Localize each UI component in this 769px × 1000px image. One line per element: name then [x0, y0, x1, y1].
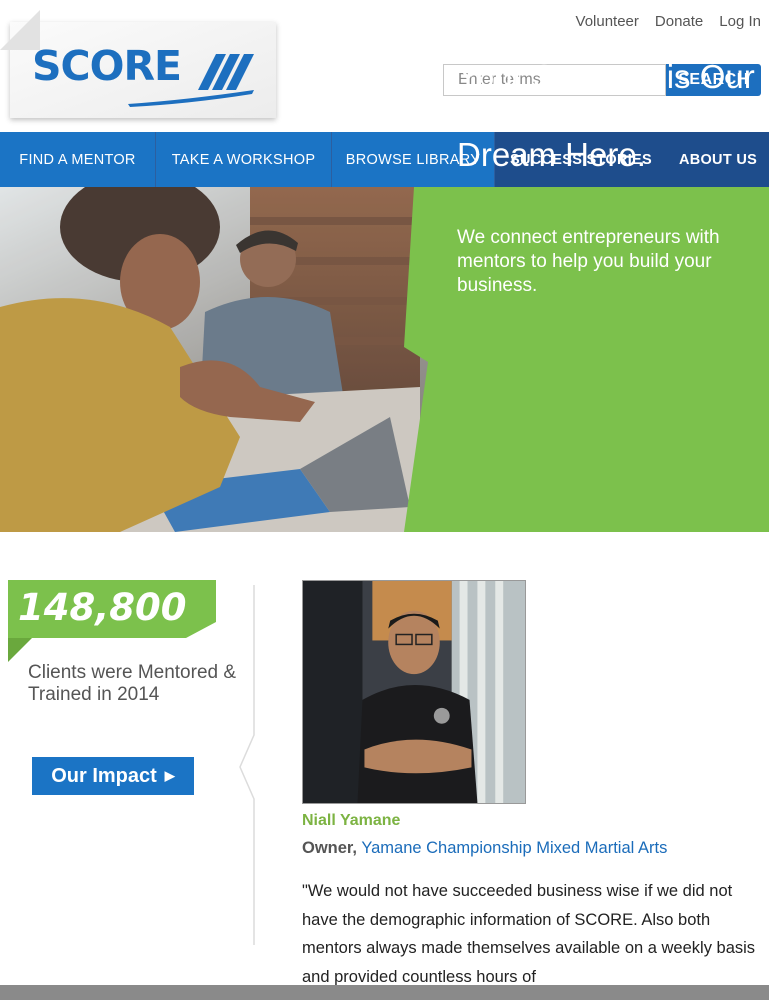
bottom-scroll-bar: [0, 985, 769, 1000]
testimonial-photo: [302, 580, 526, 804]
logo-text: SCORE: [32, 42, 182, 90]
our-impact-button[interactable]: Our Impact ▶: [32, 757, 194, 795]
clients-count: 148,800: [18, 586, 187, 629]
hero-headline: Your Success is Our Success. Build Your …: [457, 58, 755, 173]
testimonial-quote: "We would not have succeeded business wi…: [302, 882, 756, 986]
nav-take-a-workshop[interactable]: TAKE A WORKSHOP: [156, 132, 332, 187]
hero-subtext: We connect entrepreneurs with mentors to…: [457, 227, 720, 296]
log-in-link[interactable]: Log In: [719, 13, 761, 30]
score-logo[interactable]: SCORE: [0, 8, 290, 130]
testimonial-role: Owner,: [302, 839, 358, 857]
testimonial-name: Niall Yamane: [302, 812, 401, 829]
testimonial-role-line: Owner, Yamane Championship Mixed Martial…: [302, 839, 667, 858]
column-divider: [239, 585, 255, 945]
donate-link[interactable]: Donate: [655, 13, 703, 30]
company-link[interactable]: Yamane Championship Mixed Martial Arts: [361, 839, 667, 857]
utility-nav: Volunteer Donate Log In: [576, 13, 761, 30]
logo-swoosh-icon: [128, 90, 254, 107]
volunteer-link[interactable]: Volunteer: [576, 13, 639, 30]
nav-find-a-mentor[interactable]: FIND A MENTOR: [0, 132, 156, 187]
clients-caption: Clients were Mentored & Trained in 2014: [28, 662, 237, 705]
logo-card: SCORE: [0, 10, 276, 118]
caret-right-icon: ▶: [164, 768, 175, 783]
our-impact-label: Our Impact: [51, 764, 157, 787]
